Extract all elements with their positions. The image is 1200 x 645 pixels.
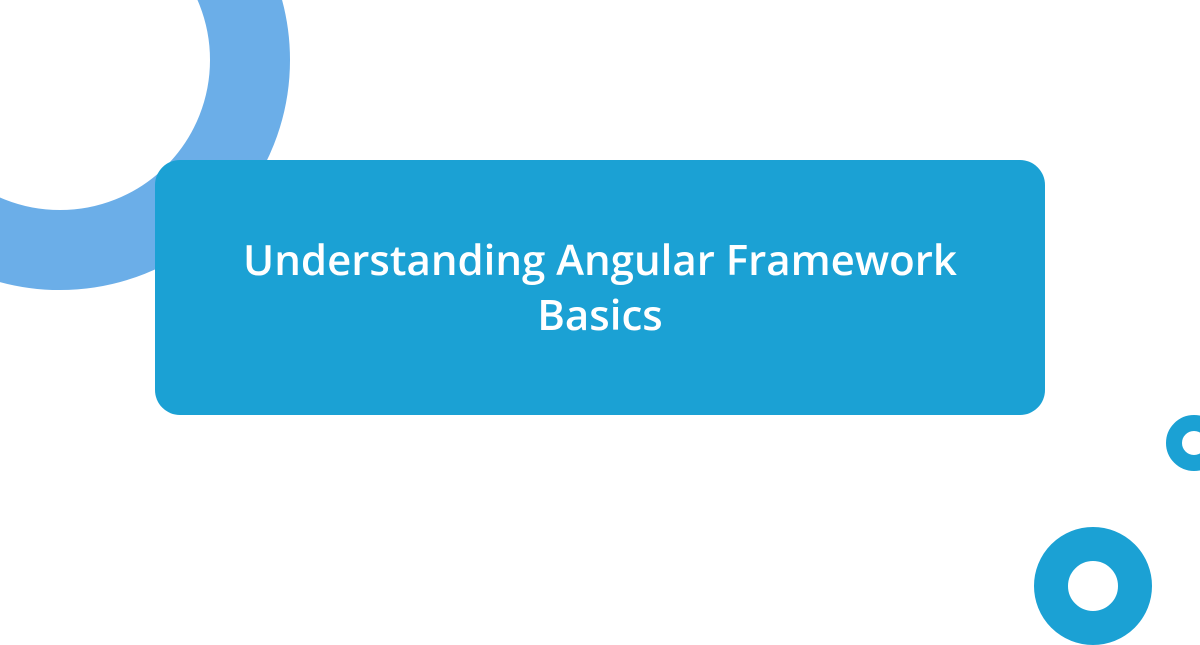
page-title: Understanding Angular Framework Basics: [215, 233, 985, 342]
decorative-ring-small: [1166, 415, 1200, 471]
decorative-ring-large: [1034, 527, 1152, 645]
title-panel: Understanding Angular Framework Basics: [155, 160, 1045, 415]
